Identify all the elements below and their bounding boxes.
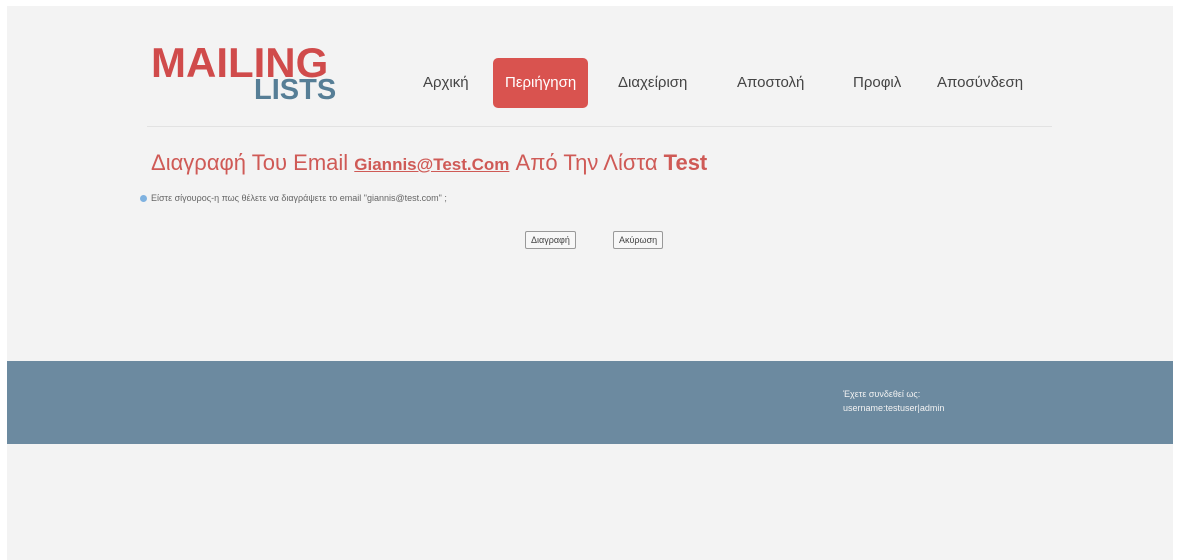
header-divider [147,126,1052,127]
nav-home[interactable]: Αρχική [423,58,469,108]
footer-logged-in-label: Έχετε συνδεθεί ως: [843,389,921,399]
page-title: Διαγραφή Του Email Giannis@Test.Com Από … [151,150,707,176]
mailing-lists-logo[interactable]: MAILING LISTS [151,42,336,105]
confirm-question: Είστε σίγουρος-η πως θέλετε να διαγράψετ… [140,193,447,203]
nav-logout[interactable]: Αποσύνδεση [937,58,1023,108]
footer-username: username:testuser|admin [843,403,945,413]
page: MAILING LISTS Αρχική Περιήγηση Διαχείρισ… [7,6,1173,560]
title-email: Giannis@Test.Com [354,155,510,174]
nav-profile[interactable]: Προφιλ [853,58,901,108]
confirm-question-text: Είστε σίγουρος-η πως θέλετε να διαγράψετ… [151,193,447,203]
title-prefix: Διαγραφή Του Email [151,150,355,175]
title-middle: Από Την Λίστα [509,150,664,175]
nav-manage[interactable]: Διαχείριση [618,58,687,108]
nav-send[interactable]: Αποστολή [737,58,804,108]
delete-button[interactable]: Διαγραφή [525,231,576,249]
nav-browse[interactable]: Περιήγηση [493,58,589,108]
logo-line-2: LISTS [254,74,337,106]
footer: Έχετε συνδεθεί ως: username:testuser|adm… [7,361,1173,444]
footer-user-info: Έχετε συνδεθεί ως: username:testuser|adm… [843,387,944,415]
title-list-name: Test [663,150,708,175]
cancel-button[interactable]: Ακύρωση [613,231,664,249]
info-bullet-icon [140,195,147,202]
